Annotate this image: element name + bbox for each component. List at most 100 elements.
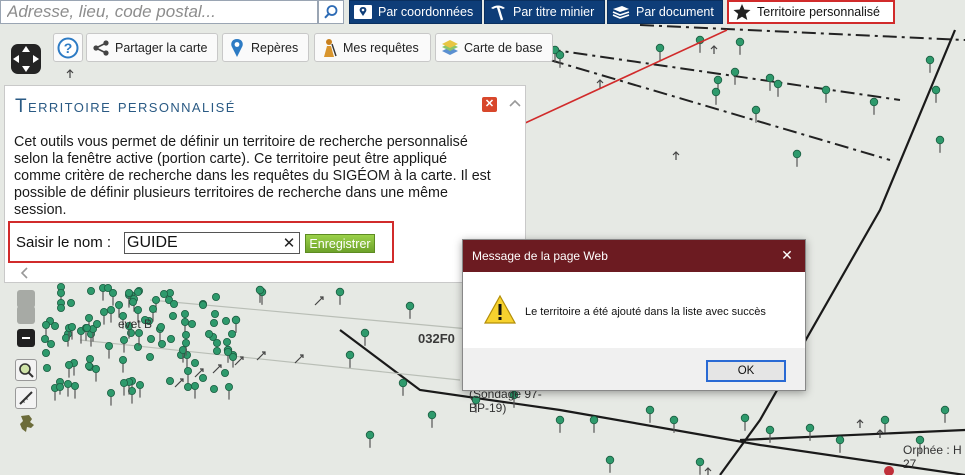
map-marker[interactable] bbox=[57, 288, 66, 297]
map-label-sheet: 032F0 bbox=[418, 331, 455, 346]
map-marker[interactable] bbox=[93, 319, 102, 328]
zoom-out-button[interactable] bbox=[17, 329, 35, 347]
dialog-message: Le territoire a été ajouté dans la liste… bbox=[525, 306, 766, 318]
map-marker[interactable] bbox=[146, 334, 155, 343]
by-coordinates-button[interactable]: Par coordonnées bbox=[349, 0, 482, 24]
dialog-title: Message de la page Web bbox=[472, 249, 608, 263]
message-dialog: Message de la page Web ✕ Le territoire a… bbox=[462, 239, 806, 391]
map-label-drill2: BP-19) bbox=[469, 401, 507, 415]
close-icon: ✕ bbox=[484, 98, 495, 110]
ok-button[interactable]: OK bbox=[706, 360, 786, 382]
map-marker[interactable] bbox=[57, 303, 66, 312]
save-button[interactable]: Enregistrer bbox=[305, 234, 375, 253]
help-button[interactable]: ? bbox=[53, 33, 83, 62]
map-marker[interactable] bbox=[51, 321, 60, 330]
map-marker[interactable] bbox=[209, 318, 218, 327]
map-marker[interactable] bbox=[87, 286, 96, 295]
map-marker[interactable] bbox=[85, 361, 94, 370]
custom-territory-label: Territoire personnalisé bbox=[757, 5, 880, 19]
search-input[interactable] bbox=[0, 0, 318, 24]
measure-button[interactable] bbox=[15, 387, 37, 409]
map-marker[interactable] bbox=[221, 316, 230, 325]
map-marker[interactable] bbox=[42, 348, 51, 357]
clear-icon[interactable]: ✕ bbox=[280, 233, 298, 253]
base-map-button[interactable]: Carte de base bbox=[435, 33, 553, 62]
pan-control[interactable] bbox=[8, 41, 44, 77]
dialog-footer: OK bbox=[463, 348, 805, 390]
map-marker[interactable] bbox=[133, 287, 142, 296]
map-marker[interactable] bbox=[223, 347, 232, 356]
map-marker[interactable] bbox=[209, 384, 218, 393]
map-marker[interactable] bbox=[56, 382, 65, 391]
panel-description: Cet outils vous permet de définir un ter… bbox=[14, 134, 491, 218]
map-marker[interactable] bbox=[212, 346, 221, 355]
markers-label: Repères bbox=[251, 40, 299, 55]
map-marker[interactable] bbox=[156, 322, 165, 331]
search-icon bbox=[324, 5, 338, 19]
by-mining-title-label: Par titre minier bbox=[513, 5, 595, 19]
magnifier-icon bbox=[19, 363, 34, 378]
help-icon: ? bbox=[57, 37, 79, 58]
search-button[interactable] bbox=[318, 0, 344, 24]
map-marker[interactable] bbox=[204, 329, 213, 338]
map-marker[interactable] bbox=[198, 300, 207, 309]
map-marker[interactable] bbox=[166, 334, 175, 343]
my-queries-button[interactable]: Mes requêtes bbox=[314, 33, 431, 62]
map-marker[interactable] bbox=[222, 337, 231, 346]
map-marker[interactable] bbox=[104, 283, 113, 292]
territory-name-input[interactable] bbox=[124, 232, 300, 254]
pickaxe-icon bbox=[491, 5, 505, 21]
map-pin-icon bbox=[231, 38, 243, 57]
map-marker[interactable] bbox=[157, 339, 166, 348]
map-marker[interactable] bbox=[145, 352, 154, 361]
zoom-slider[interactable] bbox=[17, 306, 35, 324]
share-map-button[interactable]: Partager la carte bbox=[86, 33, 218, 62]
map-marker[interactable] bbox=[183, 382, 192, 391]
map-marker[interactable] bbox=[212, 338, 221, 347]
markers-button[interactable]: Repères bbox=[222, 33, 309, 62]
share-map-label: Partager la carte bbox=[115, 40, 208, 55]
map-marker[interactable] bbox=[43, 363, 52, 372]
map-marker[interactable] bbox=[67, 298, 76, 307]
by-mining-title-button[interactable]: Par titre minier bbox=[484, 0, 605, 24]
by-document-button[interactable]: Par document bbox=[607, 0, 723, 24]
quebec-map-icon[interactable] bbox=[17, 414, 37, 434]
books-icon bbox=[612, 6, 630, 19]
dialog-close-button[interactable]: ✕ bbox=[779, 247, 795, 263]
dialog-title-bar: Message de la page Web ✕ bbox=[463, 240, 805, 272]
map-marker[interactable] bbox=[190, 358, 199, 367]
map-marker[interactable] bbox=[159, 289, 168, 298]
map-marker[interactable] bbox=[168, 311, 177, 320]
person-icon bbox=[324, 38, 337, 57]
map-marker[interactable] bbox=[86, 354, 95, 363]
by-coordinates-label: Par coordonnées bbox=[378, 5, 474, 19]
map-marker[interactable] bbox=[169, 299, 178, 308]
chevron-left-icon[interactable] bbox=[19, 267, 31, 279]
map-label-orphee-2: 27 bbox=[903, 457, 917, 471]
map-marker[interactable] bbox=[198, 373, 207, 382]
territory-name-form: Saisir le nom : ✕ Enregistrer bbox=[8, 221, 394, 263]
map-marker[interactable] bbox=[41, 334, 50, 343]
my-queries-label: Mes requêtes bbox=[343, 40, 419, 55]
map-marker[interactable] bbox=[165, 376, 174, 385]
layers-icon bbox=[442, 39, 458, 55]
map-marker[interactable] bbox=[128, 297, 137, 306]
map-marker[interactable] bbox=[133, 342, 142, 351]
panel-title: Territoire personnalisé bbox=[15, 96, 236, 117]
top-toolbar: Par coordonnées Par titre minier Par doc… bbox=[0, 0, 965, 26]
map-marker[interactable] bbox=[210, 309, 219, 318]
custom-territory-button[interactable]: Territoire personnalisé bbox=[727, 0, 895, 24]
share-icon bbox=[93, 39, 109, 56]
map-marker[interactable] bbox=[187, 319, 196, 328]
map-marker[interactable] bbox=[220, 368, 229, 377]
map-marker[interactable] bbox=[83, 323, 92, 332]
map-marker[interactable] bbox=[211, 292, 220, 301]
zoom-box-button[interactable] bbox=[15, 359, 37, 381]
svg-text:?: ? bbox=[64, 40, 73, 56]
chevron-up-icon[interactable] bbox=[508, 98, 522, 108]
custom-territory-panel: Territoire personnalisé ✕ Cet outils vou… bbox=[4, 85, 526, 283]
map-marker[interactable] bbox=[227, 329, 236, 338]
panel-close-button[interactable]: ✕ bbox=[482, 97, 497, 112]
star-icon bbox=[733, 4, 751, 20]
map-marker[interactable] bbox=[47, 339, 56, 348]
